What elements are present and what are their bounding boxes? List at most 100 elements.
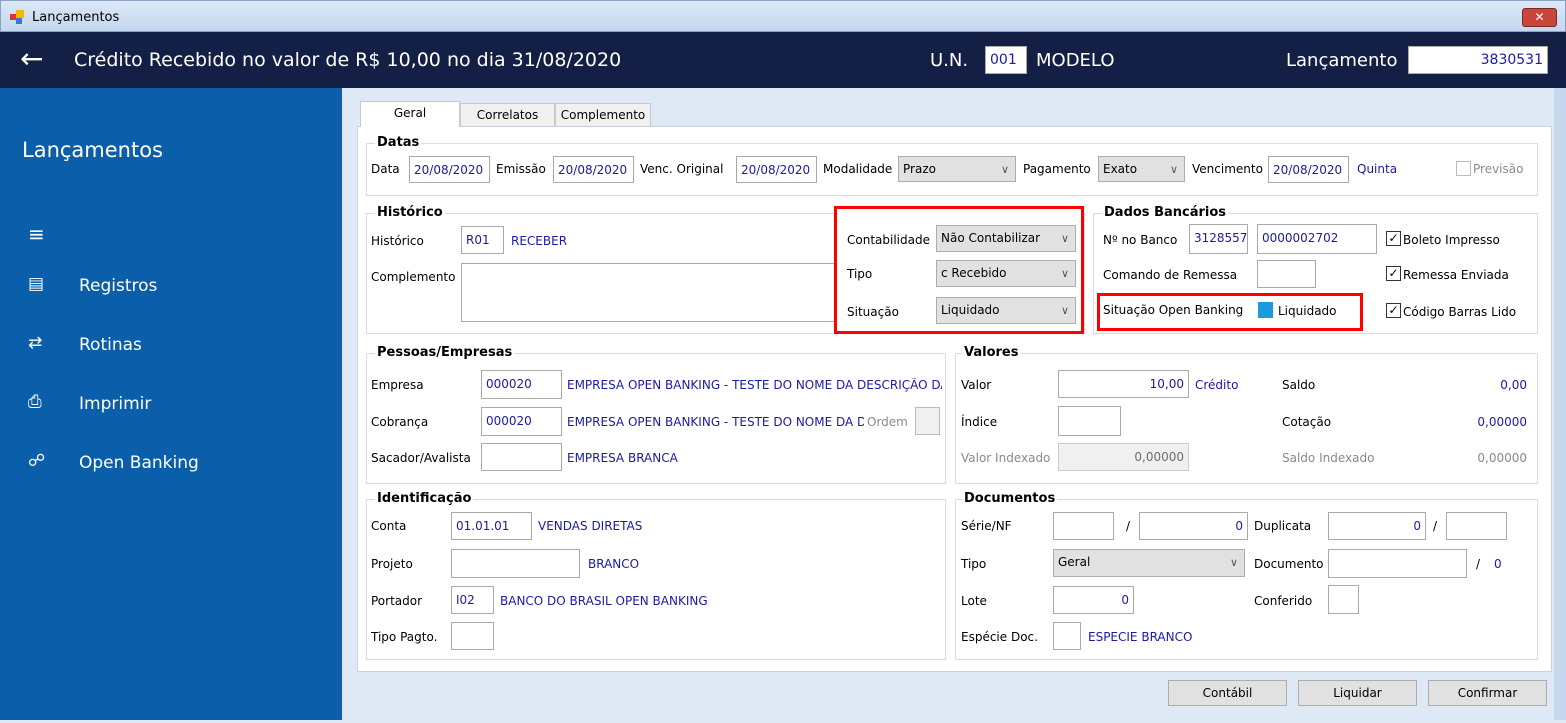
valor-input[interactable]: 10,00 xyxy=(1058,370,1189,398)
situacao-open-banking-label: Situação Open Banking xyxy=(1103,303,1244,317)
previsao-checkbox[interactable] xyxy=(1456,161,1471,176)
vencimento-input[interactable]: 20/08/2020 xyxy=(1268,156,1349,183)
valor-tipo: Crédito xyxy=(1195,378,1239,392)
portador-input[interactable]: I02 xyxy=(451,586,494,614)
tipo-pagto-label: Tipo Pagto. xyxy=(371,630,438,644)
lote-input[interactable]: 0 xyxy=(1053,586,1134,614)
especie-input[interactable] xyxy=(1053,622,1081,650)
historico-name: RECEBER xyxy=(511,234,568,248)
tipo-select[interactable]: c Recebido ∨ xyxy=(936,260,1076,287)
data-input[interactable]: 20/08/2020 xyxy=(409,156,490,183)
window-titlebar: Lançamentos ✕ xyxy=(0,0,1566,32)
nro-banco-input-1[interactable]: 3128557 xyxy=(1189,224,1248,254)
vencimento-label: Vencimento xyxy=(1192,162,1263,176)
emissao-label: Emissão xyxy=(496,162,546,176)
un-name: MODELO xyxy=(1036,50,1115,71)
back-arrow-icon[interactable]: ← xyxy=(20,42,43,75)
previsao-label: Previsão xyxy=(1473,162,1524,176)
lancamento-input[interactable]: 3830531 xyxy=(1408,46,1548,74)
tab-complemento[interactable]: Complemento xyxy=(555,103,651,127)
sacador-input[interactable] xyxy=(481,443,562,471)
indice-input[interactable] xyxy=(1058,406,1121,436)
nro-banco-input-2[interactable]: 0000002702 xyxy=(1257,224,1377,254)
doc-tipo-select[interactable]: Geral ∨ xyxy=(1053,549,1245,577)
complemento-textarea[interactable] xyxy=(461,263,839,322)
cotacao-value: 0,00000 xyxy=(1477,415,1527,429)
contabilidade-select[interactable]: Não Contabilizar ∨ xyxy=(936,225,1076,252)
group-title: Histórico xyxy=(375,205,445,220)
contabilidade-label: Contabilidade xyxy=(847,233,930,247)
tipo-label: Tipo xyxy=(847,267,873,281)
saldo-label: Saldo xyxy=(1282,378,1316,392)
sidebar-item-label: Rotinas xyxy=(79,335,142,355)
sidebar-item-label: Imprimir xyxy=(79,394,152,414)
tab-correlatos[interactable]: Correlatos xyxy=(460,103,555,127)
doc-tipo-value: Geral xyxy=(1058,555,1091,569)
sidebar-title: Lançamentos xyxy=(22,138,164,162)
conferido-label: Conferido xyxy=(1254,594,1313,608)
liquidar-button[interactable]: Liquidar xyxy=(1298,680,1417,706)
complemento-label: Complemento xyxy=(371,270,456,284)
documento-label: Documento xyxy=(1254,557,1324,571)
valor-indexado-label: Valor Indexado xyxy=(961,451,1051,465)
pagamento-select[interactable]: Exato ∨ xyxy=(1098,156,1185,182)
serie-input[interactable] xyxy=(1053,512,1114,540)
nf-input[interactable]: 0 xyxy=(1139,512,1248,540)
comando-remessa-input[interactable] xyxy=(1257,260,1316,288)
projeto-input[interactable] xyxy=(451,549,580,578)
sidebar-item-rotinas[interactable]: ⇄ Rotinas xyxy=(0,331,342,361)
un-input[interactable]: 001 xyxy=(985,46,1027,74)
sidebar-item-open-banking[interactable]: ☍ Open Banking xyxy=(0,449,342,479)
remessa-enviada-checkbox[interactable]: ✓ xyxy=(1386,266,1401,281)
hamburger-menu-icon[interactable]: ≡ xyxy=(28,222,45,246)
empresa-name: EMPRESA OPEN BANKING - TESTE DO NOME DA … xyxy=(567,378,942,392)
tab-geral[interactable]: Geral xyxy=(360,101,460,127)
empresa-input[interactable]: 000020 xyxy=(481,370,562,399)
cobranca-name: EMPRESA OPEN BANKING - TESTE DO NOME DA … xyxy=(567,415,864,429)
sidebar-item-registros[interactable]: ▤ Registros xyxy=(0,272,342,302)
venc-original-input[interactable]: 20/08/2020 xyxy=(736,156,817,183)
comando-remessa-label: Comando de Remessa xyxy=(1103,268,1238,282)
emissao-input[interactable]: 20/08/2020 xyxy=(553,156,634,183)
portador-name: BANCO DO BRASIL OPEN BANKING xyxy=(500,594,708,608)
boleto-impresso-checkbox[interactable]: ✓ xyxy=(1386,231,1401,246)
remessa-enviada-label: Remessa Enviada xyxy=(1403,268,1509,282)
codigo-barras-checkbox[interactable]: ✓ xyxy=(1386,303,1401,318)
duplicata-input[interactable]: 0 xyxy=(1328,512,1426,540)
conta-label: Conta xyxy=(371,519,407,533)
ordem-input[interactable] xyxy=(915,407,940,435)
situacao-select[interactable]: Liquidado ∨ xyxy=(936,297,1076,324)
conferido-input[interactable] xyxy=(1328,585,1359,614)
saldo-indexado-value: 0,00000 xyxy=(1477,451,1527,465)
chevron-down-icon: ∨ xyxy=(1229,556,1238,569)
contabil-button[interactable]: Contábil xyxy=(1168,680,1287,706)
status-color-indicator xyxy=(1258,302,1273,318)
lancamento-label: Lançamento xyxy=(1286,50,1398,71)
tipo-pagto-input[interactable] xyxy=(451,622,494,650)
sacador-name: EMPRESA BRANCA xyxy=(567,451,678,465)
modalidade-select[interactable]: Prazo ∨ xyxy=(898,156,1016,182)
cobranca-input[interactable]: 000020 xyxy=(481,407,562,436)
sidebar-item-imprimir[interactable]: ⎙ Imprimir xyxy=(0,390,342,420)
duplicata-2-input[interactable] xyxy=(1446,512,1507,540)
documento-input[interactable] xyxy=(1328,549,1467,578)
venc-original-label: Venc. Original xyxy=(640,162,724,176)
historico-code-input[interactable]: R01 xyxy=(461,226,504,254)
separator: / xyxy=(1433,519,1438,533)
modalidade-label: Modalidade xyxy=(823,162,893,176)
confirmar-button[interactable]: Confirmar xyxy=(1428,680,1547,706)
network-icon: ☍ xyxy=(28,451,46,471)
pagamento-value: Exato xyxy=(1103,162,1138,176)
portador-label: Portador xyxy=(371,594,423,608)
doc-tipo-label: Tipo xyxy=(961,557,987,571)
empresa-label: Empresa xyxy=(371,378,424,392)
chevron-down-icon: ∨ xyxy=(1169,163,1178,176)
group-title: Documentos xyxy=(962,491,1058,506)
close-button[interactable]: ✕ xyxy=(1522,8,1557,27)
separator: / xyxy=(1126,519,1131,533)
sidebar-item-label: Registros xyxy=(79,276,158,296)
codigo-barras-label: Código Barras Lido xyxy=(1403,305,1517,319)
group-title: Pessoas/Empresas xyxy=(375,345,515,360)
conta-input[interactable]: 01.01.01 xyxy=(451,512,532,540)
group-title: Identificação xyxy=(375,491,474,506)
